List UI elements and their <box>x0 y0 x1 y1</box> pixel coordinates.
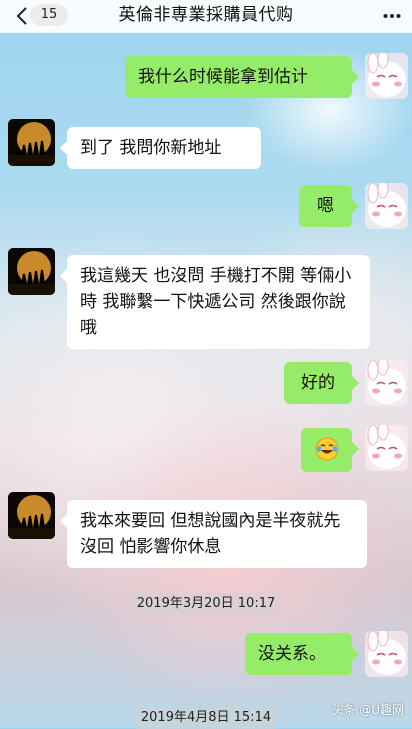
contact-avatar[interactable] <box>8 492 55 539</box>
message-bubble-mine[interactable]: 嗯 <box>299 185 359 227</box>
message-text: 到了 我問你新地址 <box>80 138 222 158</box>
my-avatar[interactable] <box>365 183 408 229</box>
more-icon[interactable] <box>382 6 402 26</box>
my-avatar[interactable] <box>365 53 408 99</box>
contact-avatar[interactable] <box>8 119 55 166</box>
my-avatar[interactable] <box>365 360 408 406</box>
timestamp-divider: 2019年3月20日 10:17 <box>130 593 282 615</box>
message-bubble-theirs[interactable]: 我本來要回 但想說國內是半夜就先沒回 怕影響你休息 <box>60 500 367 568</box>
message-bubble-mine[interactable]: 好的 <box>284 362 359 404</box>
message-text: 嗯 <box>317 196 334 216</box>
chat-header: 15 英倫非専業採購員代购 <box>0 0 412 33</box>
contact-avatar[interactable] <box>8 248 55 295</box>
my-avatar[interactable] <box>365 425 408 471</box>
message-text: 没关系。 <box>258 644 326 664</box>
message-text: 我這幾天 也沒問 手機打不開 等倆小時 我聯繫一下快遞公司 然後跟你說哦 <box>80 266 352 338</box>
message-bubble-theirs[interactable]: 我這幾天 也沒問 手機打不開 等倆小時 我聯繫一下快遞公司 然後跟你說哦 <box>60 255 370 349</box>
chat-title: 英倫非専業採購員代购 <box>118 5 294 25</box>
my-avatar[interactable] <box>365 631 408 677</box>
message-text: 我什么时候能拿到估计 <box>138 67 308 87</box>
message-text: 好的 <box>301 373 335 393</box>
message-bubble-mine[interactable] <box>301 428 359 472</box>
message-bubble-theirs[interactable]: 到了 我問你新地址 <box>60 127 261 169</box>
timestamp-divider: 2019年4月8日 15:14 <box>134 707 278 729</box>
message-text: 我本來要回 但想說國內是半夜就先沒回 怕影響你休息 <box>80 511 341 557</box>
message-bubble-mine[interactable]: 没关系。 <box>245 633 359 675</box>
laughing-tears-emoji-icon <box>315 437 338 461</box>
message-bubble-mine[interactable]: 我什么时候能拿到估计 <box>125 56 359 98</box>
watermark: 头条 @U趣网 <box>331 703 404 717</box>
